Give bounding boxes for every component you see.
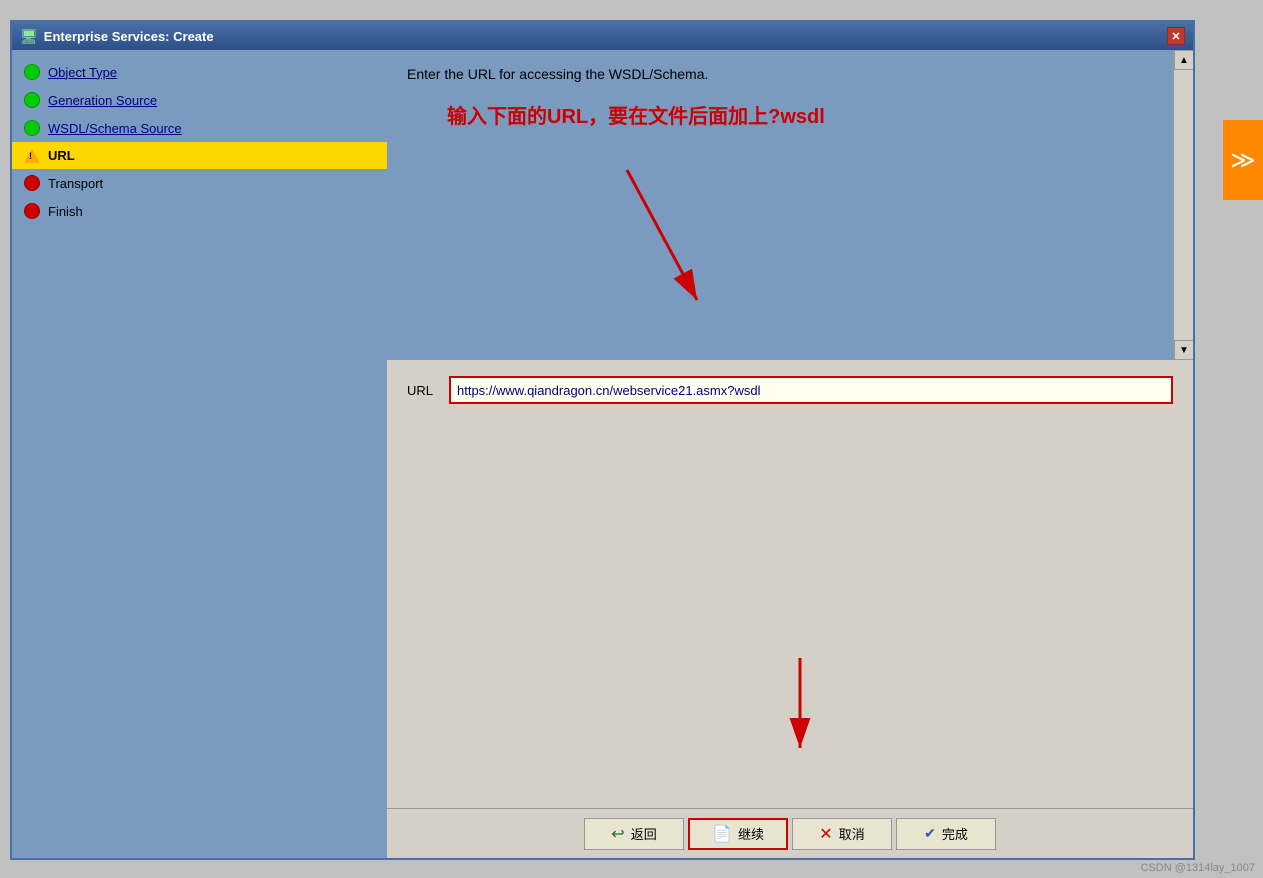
title-bar: 🖥 Enterprise Services: Create ✕	[12, 22, 1193, 50]
sidebar-item-generation-source[interactable]: Generation Source	[12, 86, 387, 114]
cancel-label: 取消	[839, 824, 865, 843]
window-icon: 🖥	[20, 28, 38, 45]
sidebar-item-wsdl-schema[interactable]: WSDL/Schema Source	[12, 114, 387, 142]
continue-button[interactable]: 📄 继续	[688, 818, 788, 850]
url-row: URL	[387, 360, 1193, 420]
content-area: Enter the URL for accessing the WSDL/Sch…	[387, 50, 1193, 858]
orange-side-panel[interactable]: ≫	[1223, 120, 1263, 200]
continue-label: 继续	[738, 824, 764, 843]
middle-area	[387, 420, 1193, 808]
sidebar: Object Type Generation Source WSDL/Schem…	[12, 50, 387, 858]
status-dot-red	[24, 175, 40, 191]
title-bar-left: 🖥 Enterprise Services: Create	[20, 28, 214, 45]
annotation-text: 输入下面的URL，要在文件后面加上?wsdl	[447, 100, 825, 129]
sidebar-item-label-finish: Finish	[48, 204, 83, 219]
scroll-down-button[interactable]: ▼	[1174, 340, 1193, 360]
sidebar-item-label-2: Generation Source	[48, 93, 157, 108]
sidebar-item-label: Object Type	[48, 65, 117, 80]
continue-icon: 📄	[712, 824, 732, 844]
top-instruction-area: Enter the URL for accessing the WSDL/Sch…	[387, 50, 1193, 360]
sidebar-item-label-3: WSDL/Schema Source	[48, 121, 182, 136]
instruction-text: Enter the URL for accessing the WSDL/Sch…	[407, 66, 708, 82]
back-icon: ↩	[611, 824, 624, 844]
url-label: URL	[407, 383, 437, 398]
arrow-indicator	[567, 150, 767, 350]
status-dot-green-2	[24, 92, 40, 108]
back-label: 返回	[631, 824, 657, 843]
scroll-up-button[interactable]: ▲	[1174, 50, 1193, 70]
back-button[interactable]: ↩ 返回	[584, 818, 684, 850]
main-dialog: 🖥 Enterprise Services: Create ✕ Object T…	[10, 20, 1195, 860]
status-dot-green	[24, 64, 40, 80]
finish-icon: ✔	[924, 825, 936, 842]
sidebar-item-url[interactable]: URL	[12, 142, 387, 169]
sidebar-item-label-url: URL	[48, 148, 75, 163]
status-dot-green-3	[24, 120, 40, 136]
sidebar-item-finish[interactable]: Finish	[12, 197, 387, 225]
warning-triangle-icon	[24, 149, 40, 163]
dialog-body: Object Type Generation Source WSDL/Schem…	[12, 50, 1193, 858]
sidebar-item-object-type[interactable]: Object Type	[12, 58, 387, 86]
finish-label: 完成	[942, 824, 968, 843]
close-button[interactable]: ✕	[1167, 27, 1185, 45]
scroll-buttons: ▲ ▼	[1173, 50, 1193, 360]
sidebar-item-transport[interactable]: Transport	[12, 169, 387, 197]
status-dot-red-2	[24, 203, 40, 219]
url-input[interactable]	[449, 376, 1173, 404]
window-title: Enterprise Services: Create	[44, 29, 214, 44]
watermark-text: CSDN @1314lay_1007	[1140, 862, 1255, 874]
cancel-icon: ✕	[819, 824, 832, 844]
sidebar-item-label-transport: Transport	[48, 176, 103, 191]
finish-button[interactable]: ✔ 完成	[896, 818, 996, 850]
bottom-toolbar: ↩ 返回 📄 继续 ✕ 取消 ✔ 完成	[387, 808, 1193, 858]
continue-arrow	[750, 658, 850, 778]
cancel-button[interactable]: ✕ 取消	[792, 818, 892, 850]
